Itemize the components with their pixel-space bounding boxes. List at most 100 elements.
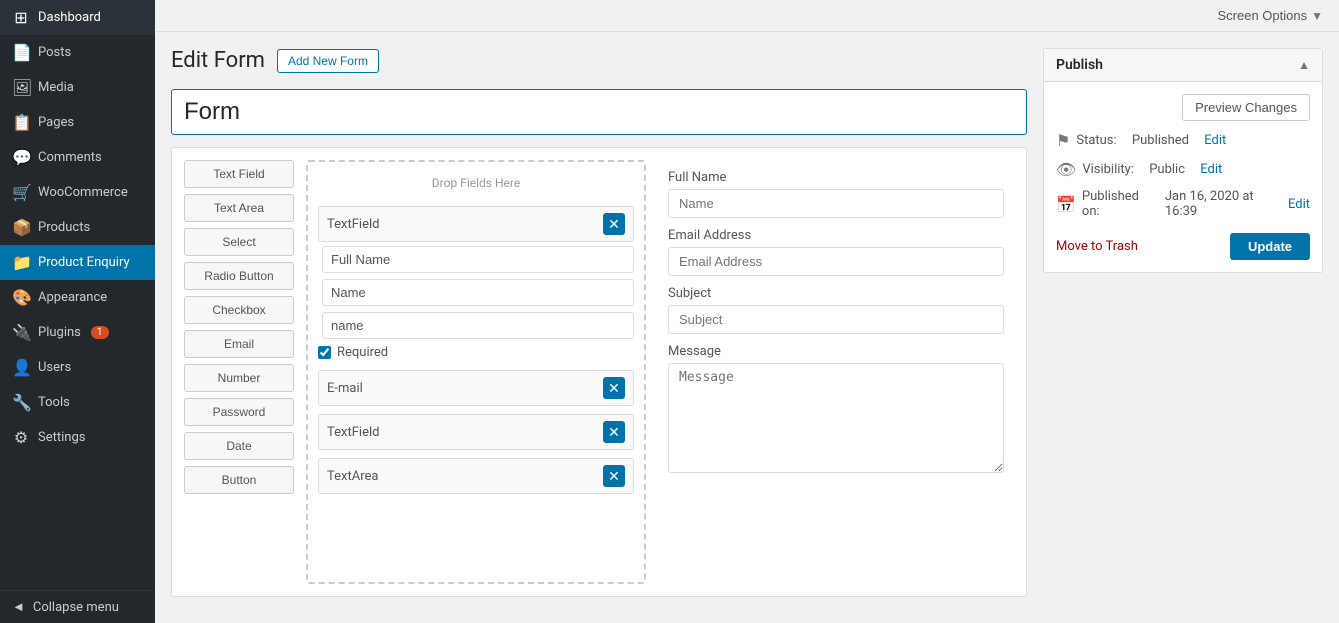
move-to-trash-link[interactable]: Move to Trash [1056, 239, 1138, 254]
drop-field-label-3: TextArea [327, 469, 378, 484]
sidebar-label-media: Media [38, 80, 74, 95]
sidebar-item-settings[interactable]: ⚙ Settings [0, 420, 155, 455]
sidebar-label-appearance: Appearance [38, 290, 107, 305]
form-editor: Text Field Text Area Select Radio Button Che… [171, 147, 1027, 597]
sidebar-item-plugins[interactable]: 🔌 Plugins 1 [0, 315, 155, 350]
status-edit-link[interactable]: Edit [1204, 133, 1226, 148]
sub-field-input-0-0[interactable] [322, 246, 634, 273]
sidebar-item-comments[interactable]: 💬 Comments [0, 140, 155, 175]
collapse-menu[interactable]: ◄ Collapse menu [0, 590, 155, 623]
add-new-form-button[interactable]: Add New Form [277, 49, 379, 73]
plugins-icon: 🔌 [12, 323, 30, 342]
update-button[interactable]: Update [1230, 233, 1310, 260]
users-icon: 👤 [12, 358, 30, 377]
field-btn-date[interactable]: Date [184, 432, 294, 460]
required-checkbox-0[interactable] [318, 346, 331, 359]
posts-icon: 📄 [12, 43, 30, 62]
sidebar-item-dashboard[interactable]: ⊞ Dashboard [0, 0, 155, 35]
product-enquiry-icon: 📁 [12, 253, 30, 272]
collapse-label: Collapse menu [33, 600, 119, 615]
sidebar-item-products[interactable]: 📦 Products [0, 210, 155, 245]
status-label: Status: [1076, 133, 1116, 148]
woocommerce-icon: 🛒 [12, 183, 30, 202]
field-btn-button[interactable]: Button [184, 466, 294, 494]
preview-area: Full Name Email Address Subject Message [658, 160, 1014, 584]
field-btn-text-field[interactable]: Text Field [184, 160, 294, 188]
drop-field-row-0: TextField ✕ [318, 206, 634, 242]
status-value: Published [1132, 133, 1189, 148]
visibility-label: Visibility: [1082, 162, 1134, 177]
preview-input-2[interactable] [668, 305, 1004, 334]
field-btn-select[interactable]: Select [184, 228, 294, 256]
drop-field-1: E-mail ✕ [318, 370, 634, 406]
sidebar-item-product-enquiry[interactable]: 📁 Product Enquiry [0, 245, 155, 280]
status-row: ⚑ Status: Published Edit [1056, 131, 1310, 150]
page-title: Edit Form [171, 48, 265, 73]
sidebar-label-products: Products [38, 220, 90, 235]
field-btn-radio-button[interactable]: Radio Button [184, 262, 294, 290]
field-btn-checkbox[interactable]: Checkbox [184, 296, 294, 324]
required-label-0: Required [337, 345, 388, 360]
preview-label-1: Email Address [668, 228, 1004, 243]
drop-field-0: TextField ✕ Required [318, 206, 634, 362]
settings-icon: ⚙ [12, 428, 30, 447]
pages-icon: 📋 [12, 113, 30, 132]
collapse-icon: ◄ [12, 599, 25, 615]
published-edit-link[interactable]: Edit [1288, 197, 1310, 212]
flag-icon: ⚑ [1056, 131, 1070, 150]
appearance-icon: 🎨 [12, 288, 30, 307]
preview-label-3: Message [668, 344, 1004, 359]
field-btn-email[interactable]: Email [184, 330, 294, 358]
required-row-0: Required [318, 343, 634, 362]
published-label: Published on: [1082, 189, 1150, 219]
preview-field-3: Message [668, 344, 1004, 473]
preview-field-0: Full Name [668, 170, 1004, 218]
topbar: Screen Options ▼ [155, 0, 1339, 32]
screen-options-label: Screen Options [1218, 8, 1308, 23]
visibility-edit-link[interactable]: Edit [1200, 162, 1222, 177]
content-area: Edit Form Add New Form Text Field Text Ar… [155, 32, 1339, 623]
drop-field-label-1: E-mail [327, 381, 363, 396]
badge-plugins: 1 [91, 326, 109, 339]
preview-field-1: Email Address [668, 228, 1004, 276]
field-btn-text-area[interactable]: Text Area [184, 194, 294, 222]
sidebar-label-pages: Pages [38, 115, 74, 130]
screen-options-button[interactable]: Screen Options ▼ [1218, 8, 1324, 23]
sidebar-item-appearance[interactable]: 🎨 Appearance [0, 280, 155, 315]
preview-input-1[interactable] [668, 247, 1004, 276]
sidebar-item-media[interactable]: 🖼 Media [0, 70, 155, 105]
drop-field-label-0: TextField [327, 217, 379, 232]
field-btn-number[interactable]: Number [184, 364, 294, 392]
dashboard-icon: ⊞ [12, 8, 30, 27]
preview-changes-button[interactable]: Preview Changes [1182, 94, 1310, 121]
sidebar-item-posts[interactable]: 📄 Posts [0, 35, 155, 70]
chevron-down-icon: ▼ [1311, 9, 1323, 23]
sidebar-label-woocommerce: WooCommerce [38, 185, 128, 200]
sidebar-item-tools[interactable]: 🔧 Tools [0, 385, 155, 420]
sidebar-item-woocommerce[interactable]: 🛒 WooCommerce [0, 175, 155, 210]
media-icon: 🖼 [12, 78, 30, 97]
field-buttons-panel: Text Field Text Area Select Radio Button Che… [184, 160, 294, 584]
drop-field-remove-2[interactable]: ✕ [603, 421, 625, 443]
form-name-input[interactable] [171, 89, 1027, 135]
preview-label-2: Subject [668, 286, 1004, 301]
publish-actions: Move to Trash Update [1056, 233, 1310, 260]
visibility-row: 👁 Visibility: Public Edit [1056, 160, 1310, 179]
tools-icon: 🔧 [12, 393, 30, 412]
sub-field-input-0-1[interactable] [322, 279, 634, 306]
sidebar-item-users[interactable]: 👤 Users [0, 350, 155, 385]
field-btn-password[interactable]: Password [184, 398, 294, 426]
drop-field-remove-1[interactable]: ✕ [603, 377, 625, 399]
left-section: Edit Form Add New Form Text Field Text Ar… [171, 48, 1027, 607]
sidebar-item-pages[interactable]: 📋 Pages [0, 105, 155, 140]
chevron-up-icon: ▲ [1298, 58, 1310, 72]
drop-field-remove-0[interactable]: ✕ [603, 213, 625, 235]
sub-fields-0 [318, 242, 634, 343]
preview-field-2: Subject [668, 286, 1004, 334]
sidebar-label-settings: Settings [38, 430, 85, 445]
preview-textarea-3[interactable] [668, 363, 1004, 473]
sub-field-input-0-2[interactable] [322, 312, 634, 339]
preview-input-0[interactable] [668, 189, 1004, 218]
drop-field-remove-3[interactable]: ✕ [603, 465, 625, 487]
drop-zone-label: Drop Fields Here [318, 172, 634, 198]
